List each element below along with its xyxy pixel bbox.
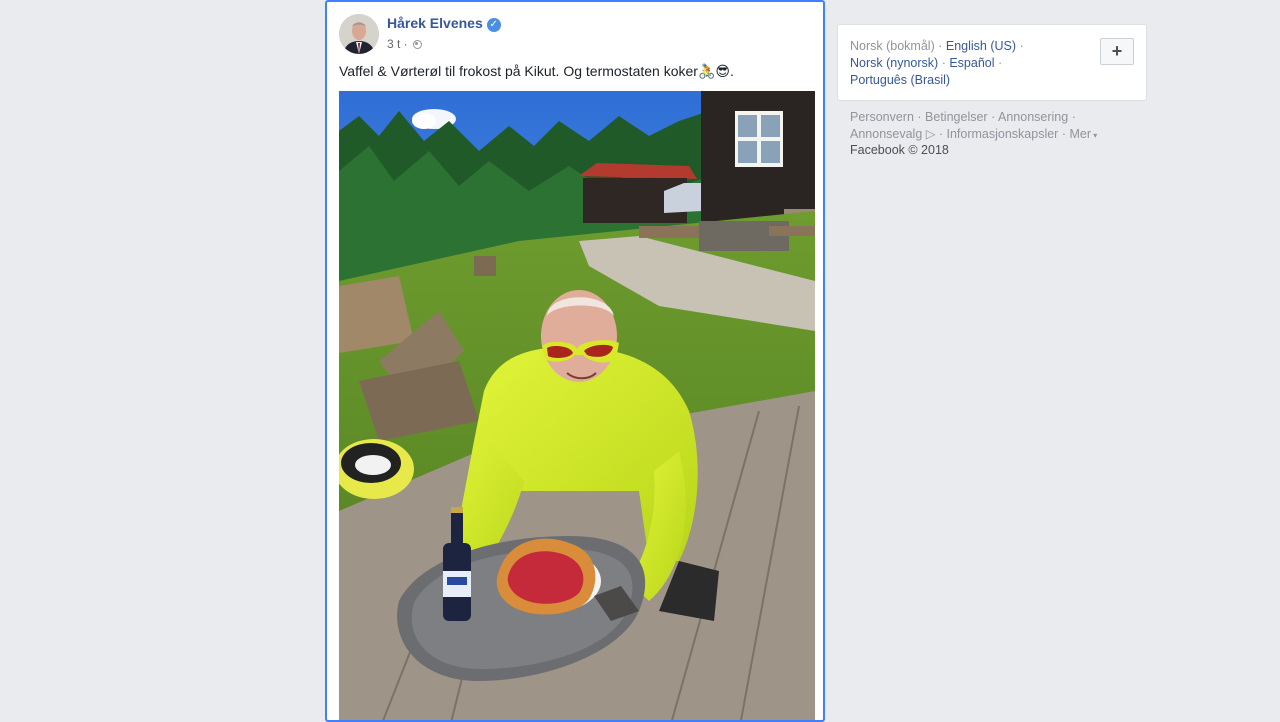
post-text: Vaffel & Vørterøl til frokost på Kikut. … bbox=[339, 63, 734, 80]
meta-separator: · bbox=[400, 37, 412, 51]
post-message-end: . bbox=[730, 63, 734, 79]
author-avatar[interactable] bbox=[339, 14, 379, 54]
footer-link-more[interactable]: Mer bbox=[1069, 127, 1091, 141]
footer-links: Personvern · Betingelser · Annonsering ·… bbox=[850, 110, 1098, 141]
caret-down-icon[interactable]: ▾ bbox=[1091, 131, 1097, 140]
add-language-button[interactable]: + bbox=[1100, 38, 1134, 65]
language-list: Norsk (bokmål) · English (US) · Norsk (n… bbox=[850, 39, 1024, 87]
public-globe-icon[interactable] bbox=[413, 40, 423, 49]
verified-badge-icon: ✓ bbox=[486, 18, 501, 32]
post-timestamp[interactable]: 3 t bbox=[387, 37, 400, 51]
language-link-english-us[interactable]: English (US) bbox=[946, 39, 1016, 53]
copyright: Facebook © 2018 bbox=[850, 143, 949, 157]
footer-link-cookies[interactable]: Informasjonskapsler bbox=[946, 127, 1058, 141]
post-photo[interactable] bbox=[339, 91, 815, 720]
current-language: Norsk (bokmål) bbox=[850, 39, 935, 53]
footer-link-terms[interactable]: Betingelser bbox=[925, 110, 988, 124]
footer-link-ad-choices[interactable]: Annonsevalg bbox=[850, 127, 922, 141]
post-meta: 3 t · bbox=[387, 37, 423, 51]
language-link-norsk-nynorsk[interactable]: Norsk (nynorsk) bbox=[850, 56, 938, 70]
footer-link-privacy[interactable]: Personvern bbox=[850, 110, 914, 124]
ad-choices-icon: ▷ bbox=[922, 127, 936, 141]
language-link-espanol[interactable]: Español bbox=[949, 56, 994, 70]
author-name-link[interactable]: Hårek Elvenes ✓ bbox=[387, 15, 501, 32]
author-name[interactable]: Hårek Elvenes bbox=[387, 15, 483, 31]
post-message: Vaffel & Vørterøl til frokost på Kikut. … bbox=[339, 63, 698, 79]
language-box: Norsk (bokmål) · English (US) · Norsk (n… bbox=[837, 24, 1147, 101]
sunglasses-emoji-icon: 😎 bbox=[715, 64, 730, 80]
post-card[interactable]: Hårek Elvenes ✓ 3 t · Vaffel & Vørterøl t… bbox=[325, 0, 825, 722]
footer-link-advertising[interactable]: Annonsering bbox=[998, 110, 1068, 124]
language-link-portugues-brasil[interactable]: Português (Brasil) bbox=[850, 73, 950, 87]
bicycle-emoji-icon: 🚴 bbox=[697, 64, 716, 80]
